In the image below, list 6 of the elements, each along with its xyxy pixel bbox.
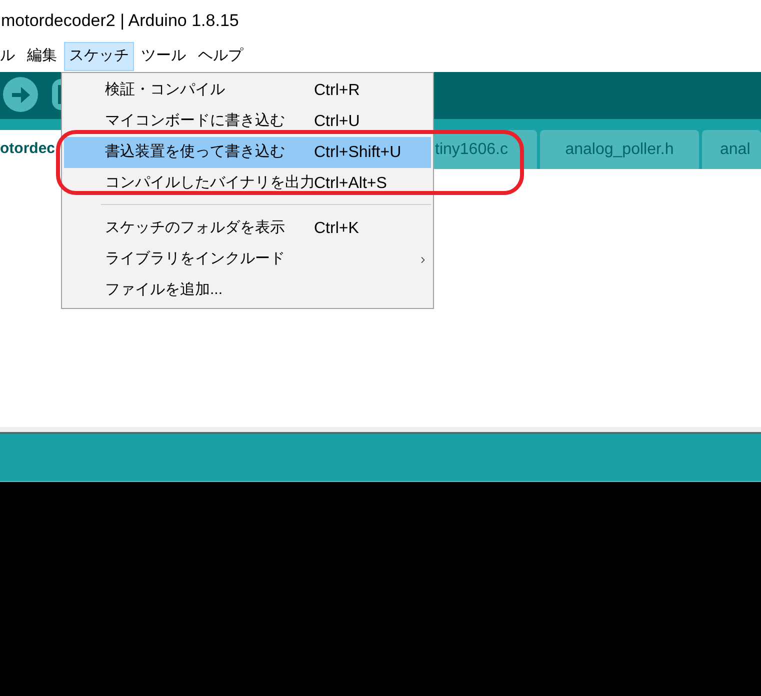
window-title: motordecoder2 | Arduino 1.8.15	[0, 10, 239, 32]
shortcut-label: Ctrl+K	[314, 218, 359, 238]
shortcut-label: Ctrl+R	[314, 80, 360, 100]
shortcut-label: Ctrl+U	[314, 112, 360, 132]
shortcut-label: Ctrl+Alt+S	[314, 174, 387, 194]
shortcut-label: Ctrl+Shift+U	[314, 142, 402, 162]
